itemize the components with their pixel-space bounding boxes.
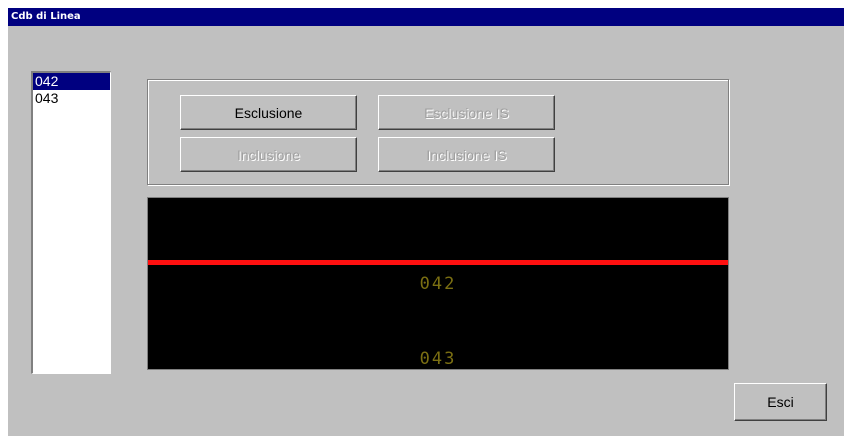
cdb-label-043: 043 <box>419 349 457 369</box>
cdb-window: Cdb di Linea 042 043 Esclusione Esclusio… <box>8 8 844 436</box>
list-item[interactable]: 042 <box>33 73 110 90</box>
inclusione-button[interactable]: Inclusione <box>180 137 357 172</box>
window-title: Cdb di Linea <box>8 8 844 26</box>
track-line <box>148 260 728 265</box>
cdb-label-042: 042 <box>419 274 457 294</box>
window-client-area: 042 043 Esclusione Esclusione IS Inclusi… <box>8 26 844 436</box>
esclusione-is-button[interactable]: Esclusione IS <box>378 95 555 130</box>
exit-button[interactable]: Esci <box>734 383 827 421</box>
list-item[interactable]: 043 <box>33 90 110 107</box>
cdb-listbox[interactable]: 042 043 <box>31 71 111 374</box>
actions-group: Esclusione Esclusione IS Inclusione Incl… <box>147 79 729 185</box>
esclusione-button[interactable]: Esclusione <box>180 95 357 130</box>
track-display: 042 043 <box>147 197 729 370</box>
inclusione-is-button[interactable]: Inclusione IS <box>378 137 555 172</box>
